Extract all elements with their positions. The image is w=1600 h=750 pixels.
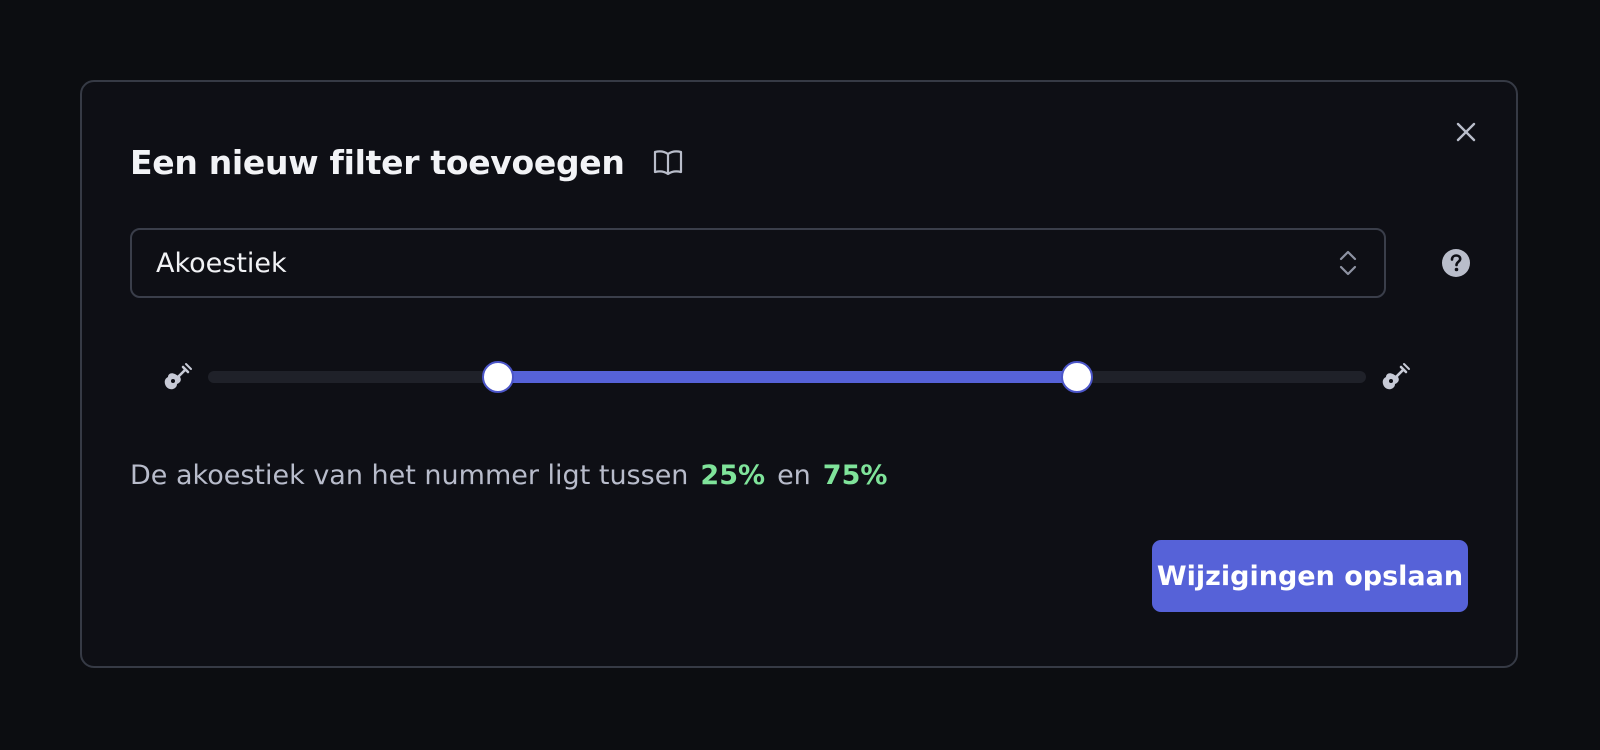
slider-thumb-low[interactable]	[481, 361, 514, 393]
filter-type-value: Akoestiek	[156, 247, 287, 279]
modal-header: Een nieuw filter toevoegen	[130, 140, 685, 184]
book-open-icon[interactable]	[651, 145, 685, 179]
range-low-value: 25%	[700, 460, 766, 491]
description-connector: en	[777, 460, 811, 491]
guitar-icon	[1380, 361, 1412, 393]
guitar-icon	[162, 361, 194, 393]
modal-title: Een nieuw filter toevoegen	[130, 142, 625, 182]
slider-thumb-high[interactable]	[1060, 361, 1093, 393]
description-prefix: De akoestiek van het nummer ligt tussen	[130, 460, 689, 491]
range-high-value: 75%	[822, 460, 888, 491]
slider-track[interactable]	[208, 361, 1366, 393]
close-button[interactable]	[1446, 112, 1486, 152]
add-filter-modal: Een nieuw filter toevoegen Akoestiek De …	[80, 80, 1518, 668]
slider-selected-range	[497, 371, 1077, 383]
chevron-up-down-icon	[1336, 247, 1360, 279]
acoustic-range-slider	[162, 352, 1442, 402]
filter-description: De akoestiek van het nummer ligt tussen …	[130, 460, 887, 491]
question-circle-icon[interactable]	[1440, 247, 1472, 279]
filter-type-select[interactable]: Akoestiek	[130, 228, 1386, 298]
close-icon	[1456, 122, 1476, 142]
save-changes-button[interactable]: Wijzigingen opslaan	[1152, 540, 1468, 612]
